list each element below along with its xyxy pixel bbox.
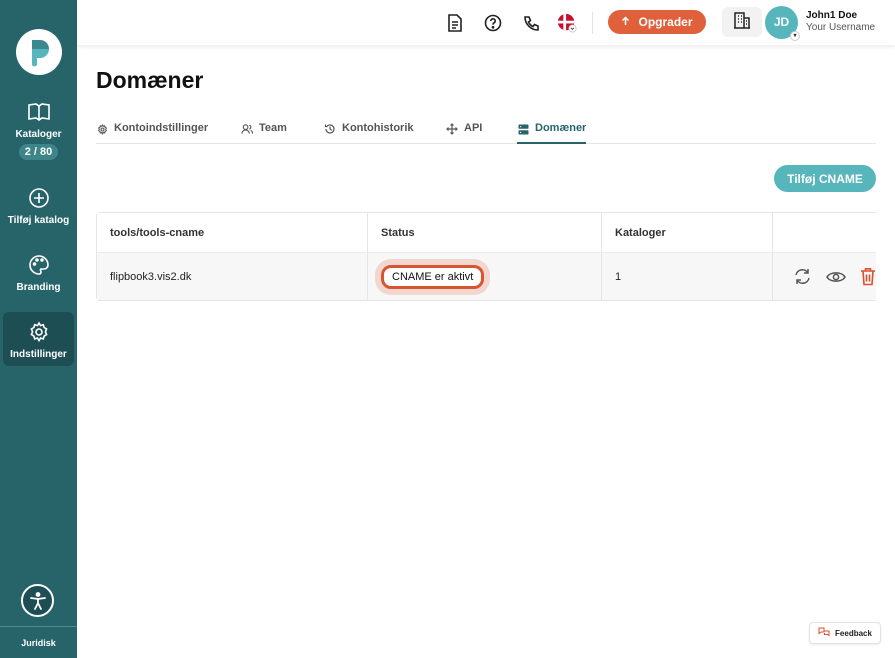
history-icon [324,123,336,135]
accessibility-icon[interactable] [21,584,54,617]
page-title: Domæner [96,67,204,93]
danish-flag-icon[interactable] [557,13,577,33]
catalog-count-badge: 2 / 80 [18,144,59,160]
users-icon [241,123,253,135]
juridisk-link[interactable]: Juridisk [0,638,77,648]
user-menu[interactable]: JD ▾ John1 Doe Your Username [765,5,875,41]
gear-icon [96,123,108,135]
feedback-icon [818,627,830,640]
sidebar-item-label: Kataloger [15,129,62,140]
tab-label: Domæner [535,122,587,134]
arrow-up-icon [621,15,630,29]
move-icon [446,123,458,135]
sidebar-item-label: Indstillinger [10,349,67,360]
row-actions [773,253,876,300]
eye-icon[interactable] [826,267,846,287]
sidebar-item-kataloger[interactable]: Kataloger 2 / 80 [3,92,74,160]
tab-team[interactable]: Team [241,122,287,144]
help-icon[interactable] [483,13,503,33]
sidebar-divider [0,626,77,627]
column-header: tools/tools-cname [97,213,368,252]
catalogs-cell: 1 [602,253,773,300]
status-badge: CNAME er aktivt [381,264,485,289]
tab-kontohistorik[interactable]: Kontohistorik [324,122,414,144]
sidebar-item-indstillinger[interactable]: Indstillinger [3,312,74,366]
column-header [773,213,876,252]
avatar[interactable]: JD ▾ [765,5,800,41]
tab-domaener[interactable]: Domæner [517,122,587,144]
palette-icon [27,253,51,277]
gear-icon [27,320,51,344]
sidebar-item-label: Tilføj katalog [7,215,70,226]
topbar-divider [592,12,593,34]
sidebar: Kataloger 2 / 80 Tilføj katalog Branding… [0,0,77,658]
document-icon[interactable] [445,13,465,33]
refresh-icon[interactable] [793,267,812,287]
sidebar-item-label: Branding [16,282,61,293]
column-header: Status [368,213,602,252]
tab-api[interactable]: API [446,122,482,144]
organization-button[interactable] [722,7,762,37]
tab-label: Kontohistorik [342,122,414,134]
plus-circle-icon [27,186,51,210]
top-bar: Opgrader JD ▾ John1 Doe Your Username [77,0,895,45]
feedback-button[interactable]: Feedback [809,622,881,644]
user-name: John1 Doe [806,10,858,21]
user-info: John1 Doe Your Username [806,10,875,34]
server-icon [517,123,529,135]
trash-icon[interactable] [860,267,876,287]
tab-label: API [464,122,483,134]
upgrade-button[interactable]: Opgrader [608,10,706,34]
status-cell: CNAME er aktivt [368,253,602,300]
tab-kontoindstillinger[interactable]: Kontoindstillinger [96,122,208,144]
chevron-down-icon: ▾ [790,30,800,41]
upgrade-label: Opgrader [638,15,693,29]
sidebar-item-tilfoj-katalog[interactable]: Tilføj katalog [3,178,74,226]
phone-icon[interactable] [521,13,541,33]
book-open-icon [27,100,51,124]
sidebar-item-branding[interactable]: Branding [3,245,74,293]
column-header: Kataloger [602,213,773,252]
avatar-initials: JD [773,15,790,29]
tab-label: Kontoindstillinger [114,122,209,134]
table-header-row: tools/tools-cname Status Kataloger [97,213,876,252]
user-username: Your Username [806,22,876,33]
p-logo-icon[interactable] [16,29,62,75]
domains-table: tools/tools-cname Status Kataloger flipb… [96,212,876,301]
feedback-label: Feedback [835,628,872,638]
domain-cell: flipbook3.vis2.dk [97,253,368,300]
table-row: flipbook3.vis2.dk CNAME er aktivt 1 [97,252,876,300]
tab-label: Team [259,122,287,134]
add-cname-button[interactable]: Tilføj CNAME [774,165,876,192]
building-icon [733,11,751,34]
settings-tabs: Kontoindstillinger Team Kontohistorik AP… [96,122,876,144]
